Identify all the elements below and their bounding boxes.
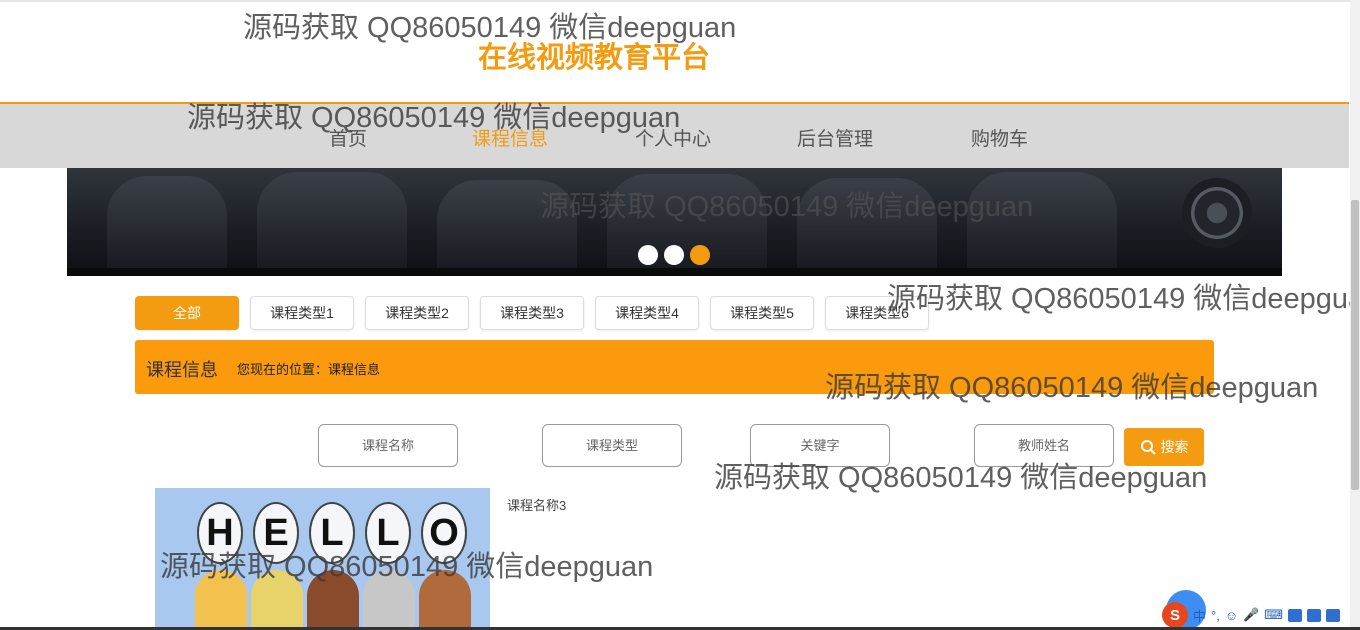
section-header-bar: 课程信息 您现在的位置：课程信息 (135, 340, 1214, 394)
carousel-dot-1[interactable] (638, 245, 658, 265)
category-type1-button[interactable]: 课程类型1 (250, 296, 354, 330)
course-name-link[interactable]: 课程名称3 (507, 495, 566, 514)
nav-item-courses[interactable]: 课程信息 (472, 124, 548, 151)
category-all-button[interactable]: 全部 (135, 296, 239, 330)
balloon-letter: L (365, 502, 411, 564)
ime-grid-icon[interactable] (1326, 608, 1341, 622)
keyword-input[interactable] (750, 424, 890, 467)
carousel-indicators (638, 245, 710, 265)
banner-figure (437, 180, 577, 276)
balloon-letter: L (309, 502, 355, 564)
cartoon-kid (363, 570, 415, 630)
nav-item-profile[interactable]: 个人中心 (635, 124, 711, 151)
cartoon-kid (251, 570, 303, 630)
course-thumbnail[interactable]: H E L L O (155, 488, 490, 630)
cartoon-kid (195, 570, 247, 630)
cartoon-kid (307, 570, 359, 630)
nav-item-admin[interactable]: 后台管理 (797, 124, 873, 151)
ime-skin-icon[interactable] (1307, 608, 1322, 622)
banner-figure (107, 176, 227, 276)
category-type4-button[interactable]: 课程类型4 (595, 296, 699, 330)
category-type3-button[interactable]: 课程类型3 (480, 296, 584, 330)
balloon-letter: H (197, 502, 243, 564)
banner-figure (257, 172, 407, 276)
carousel-dot-2[interactable] (664, 245, 684, 265)
banner-figure (797, 178, 937, 276)
watermark-text: 源码获取 QQ86050149 微信deepguan (887, 283, 1360, 315)
search-icon (1140, 440, 1156, 455)
section-title: 课程信息 (146, 360, 218, 380)
ime-mic-icon[interactable]: 🎤 (1243, 607, 1259, 623)
teacher-name-input[interactable] (974, 424, 1114, 467)
banner-figure (967, 172, 1117, 276)
ime-toolbar: S 中 °, ☺ 🎤 ⌨ (1160, 600, 1360, 630)
course-type-input[interactable] (542, 424, 682, 467)
carousel-dot-3[interactable] (690, 245, 710, 265)
top-border (0, 0, 1350, 2)
ime-punctuation-icon[interactable]: °, (1211, 608, 1220, 623)
ime-emoji-icon[interactable]: ☺ (1225, 608, 1238, 623)
banner-bottom-strip (67, 268, 1282, 276)
balloon-letter: E (253, 502, 299, 564)
banner-revolver-image (1182, 178, 1252, 248)
nav-item-cart[interactable]: 购物车 (971, 124, 1028, 151)
category-type5-button[interactable]: 课程类型5 (710, 296, 814, 330)
site-title: 在线视频教育平台 (478, 42, 711, 74)
main-nav: 首页 课程信息 个人中心 后台管理 购物车 (0, 102, 1349, 168)
ime-keyboard-icon[interactable]: ⌨ (1264, 607, 1283, 623)
course-name-input[interactable] (318, 424, 458, 467)
breadcrumb: 您现在的位置：课程信息 (237, 362, 381, 377)
category-type2-button[interactable]: 课程类型2 (365, 296, 469, 330)
ime-user-icon[interactable] (1288, 608, 1303, 622)
scrollbar-thumb[interactable] (1351, 200, 1359, 490)
cartoon-kid (419, 570, 471, 630)
category-type6-button[interactable]: 课程类型6 (825, 296, 929, 330)
search-button-label: 搜索 (1160, 439, 1189, 455)
search-button[interactable]: 搜索 (1124, 428, 1204, 466)
ime-chinese-mode[interactable]: 中 (1193, 606, 1206, 625)
nav-item-home[interactable]: 首页 (329, 124, 367, 151)
balloon-letter: O (421, 502, 467, 564)
category-filter: 全部 课程类型1 课程类型2 课程类型3 课程类型4 课程类型5 课程类型6 (135, 296, 929, 330)
sogou-logo-icon[interactable]: S (1162, 602, 1188, 628)
